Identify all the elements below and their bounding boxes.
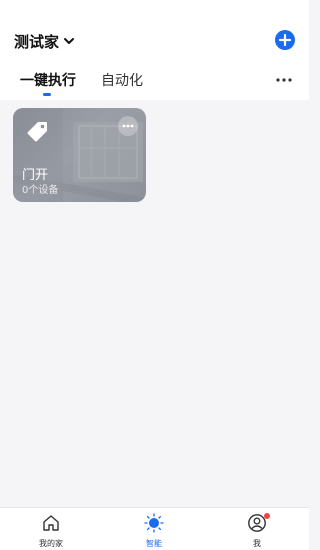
- home-selector[interactable]: 测试家: [14, 30, 75, 52]
- notification-badge: [264, 513, 270, 519]
- nav-label-smart: 智能: [146, 539, 162, 548]
- chevron-down-icon: [64, 38, 75, 44]
- more-icon: [122, 124, 134, 128]
- scene-card[interactable]: 门开 0个设备: [13, 108, 146, 202]
- tab-automation[interactable]: 自动化: [101, 70, 143, 90]
- more-icon[interactable]: [275, 76, 293, 84]
- top-header: 测试家 一键执行 自动化: [0, 0, 309, 100]
- add-button[interactable]: [275, 30, 295, 50]
- nav-item-me[interactable]: 我: [222, 508, 292, 550]
- bottom-nav: 我的家 智能 我: [0, 507, 309, 550]
- scene-device-count: 0个设备: [22, 185, 59, 196]
- nav-item-my-home[interactable]: 我的家: [16, 508, 86, 550]
- sun-icon: [144, 513, 164, 533]
- card-more-button[interactable]: [118, 116, 138, 136]
- tab-one-click[interactable]: 一键执行: [20, 70, 76, 90]
- nav-label-me: 我: [253, 539, 261, 548]
- tag-icon: [27, 122, 47, 142]
- tab-active-indicator: [43, 93, 51, 96]
- plus-icon: [278, 33, 292, 47]
- nav-label-my-home: 我的家: [39, 539, 63, 548]
- tab-bar: 一键执行 自动化: [0, 66, 309, 100]
- home-icon: [43, 515, 59, 531]
- scene-list: 门开 0个设备: [0, 100, 309, 507]
- home-name: 测试家: [14, 32, 60, 51]
- nav-item-smart[interactable]: 智能: [119, 508, 189, 550]
